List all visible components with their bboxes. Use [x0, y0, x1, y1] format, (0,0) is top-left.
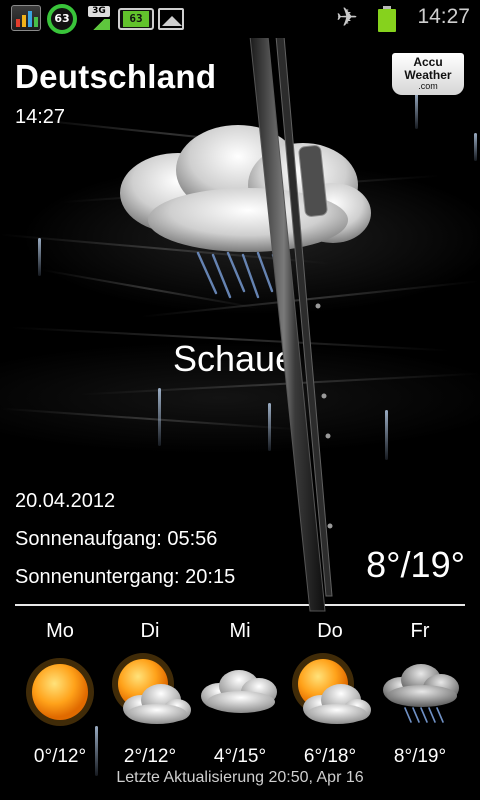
accuweather-logo[interactable]: Accu Weather .com: [392, 53, 464, 95]
sunset-time: Sonnenuntergang: 20:15: [15, 566, 236, 588]
forecast-day-name: Mi: [229, 620, 251, 642]
sun-behind-cloud-icon: [292, 653, 371, 724]
airplane-mode-icon: ✈: [336, 3, 358, 33]
forecast-day[interactable]: Di 2°/12°: [105, 612, 195, 768]
forecast-day-name: Mo: [46, 620, 74, 642]
forecast-day[interactable]: Mi 4°/15°: [195, 612, 285, 768]
battery-widget-icon: 63: [118, 8, 154, 30]
current-temp-range: 8°/19°: [366, 544, 465, 585]
battery-ring-value: 63: [54, 12, 70, 25]
forecast-day-temp: 2°/12°: [123, 746, 177, 767]
forecast-row: Mo 0°/12° Di 2°/12° Mi 4°/15° Do 6°/18° …: [15, 612, 465, 772]
battery-widget-value: 63: [123, 11, 149, 27]
status-bar[interactable]: 63 3G 63 ✈ 14:27: [0, 0, 480, 38]
local-time: 14:27: [15, 106, 66, 128]
forecast-day-temp: 0°/12°: [33, 746, 87, 767]
forecast-day[interactable]: Do 6°/18°: [285, 612, 375, 768]
network-type-label: 3G: [88, 6, 110, 17]
current-date: 20.04.2012: [15, 490, 116, 512]
cloud-icon: [201, 670, 277, 713]
forecast-day-temp: 4°/15°: [213, 746, 267, 767]
battery-percent-ring-icon: 63: [47, 4, 77, 34]
forecast-day[interactable]: Mo 0°/12°: [15, 612, 105, 768]
forecast-day-temp: 8°/19°: [393, 746, 447, 767]
forecast-day-name: Fr: [410, 620, 430, 642]
sunrise-time: Sonnenaufgang: 05:56: [15, 528, 218, 550]
rain-cloud-icon: [383, 664, 459, 723]
forecast-day-name: Di: [140, 620, 160, 642]
picture-icon: [158, 8, 184, 30]
forecast-day-name: Do: [317, 620, 343, 642]
chart-icon: [11, 5, 41, 31]
wiper-animation: [249, 36, 333, 612]
battery-icon: [378, 6, 396, 32]
3g-signal-icon: 3G: [88, 6, 110, 30]
sun-icon: [26, 658, 94, 726]
last-updated: Letzte Aktualisierung 20:50, Apr 16: [116, 769, 364, 786]
forecast-day-temp: 6°/18°: [303, 746, 357, 767]
location-title[interactable]: Deutschland: [15, 58, 216, 96]
sun-behind-cloud-icon: [112, 653, 191, 724]
status-bar-time: 14:27: [417, 5, 470, 28]
forecast-day[interactable]: Fr 8°/19°: [375, 612, 465, 768]
